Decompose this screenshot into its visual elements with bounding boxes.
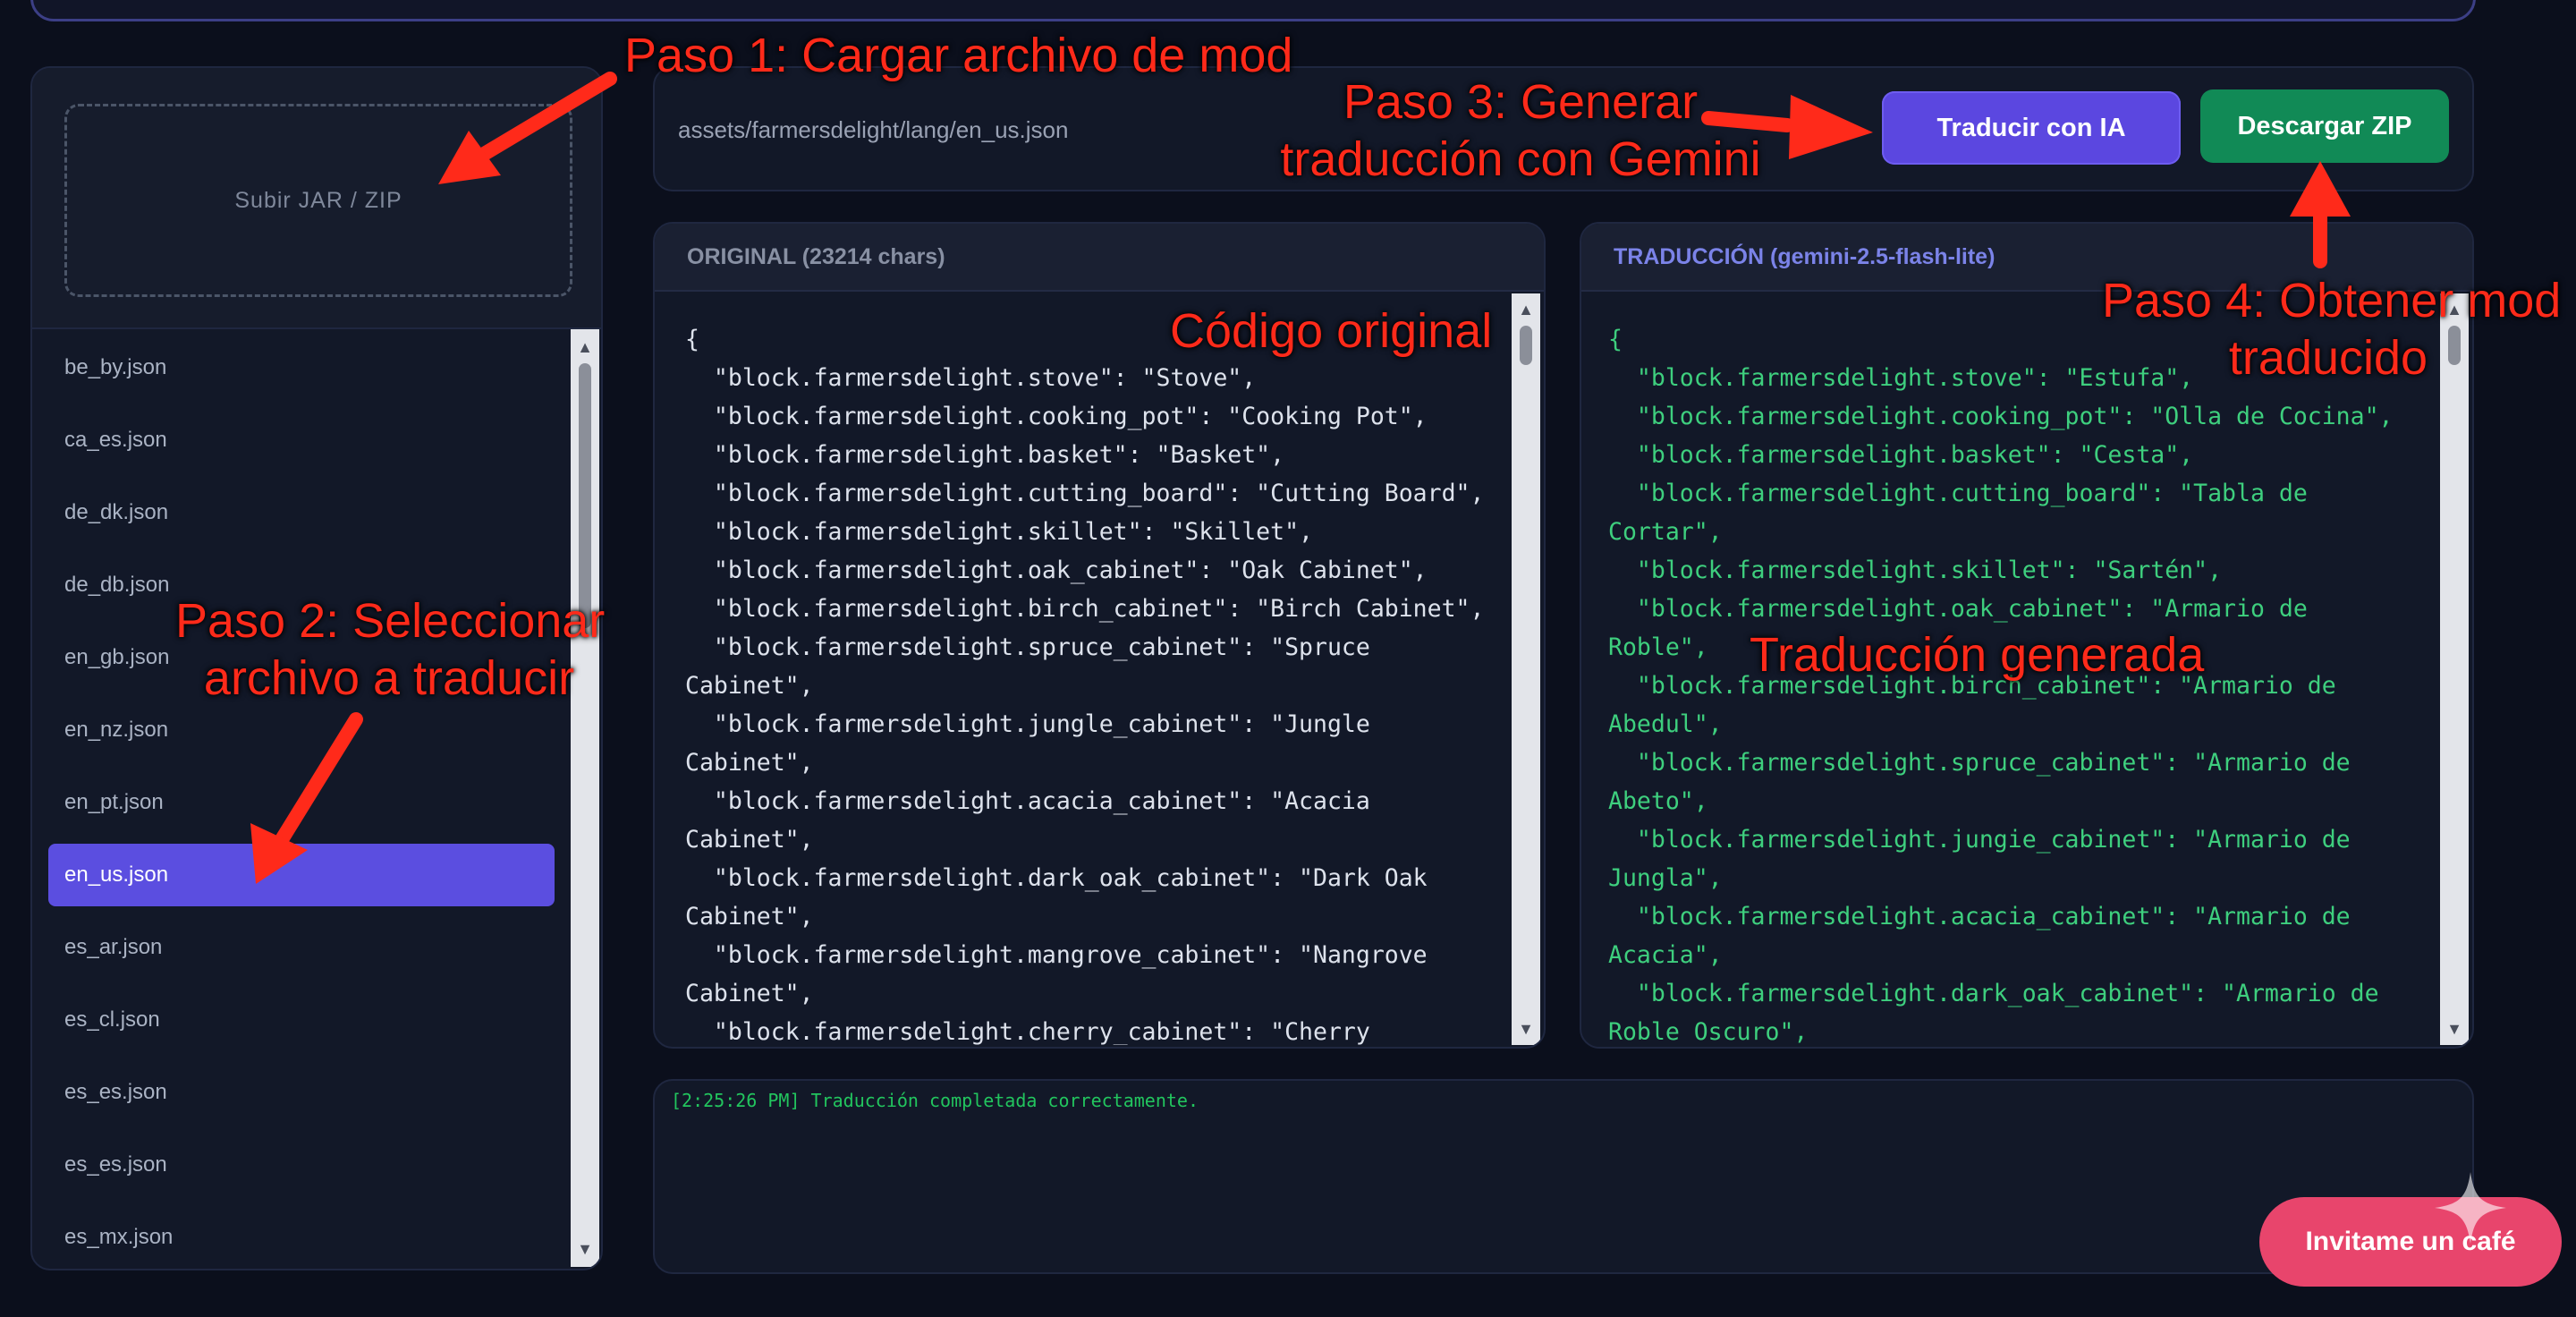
scroll-thumb[interactable] [579, 363, 591, 628]
sparkle-icon [2435, 1172, 2506, 1244]
file-list-item[interactable]: be_by.json [48, 336, 555, 399]
file-name: en_nz.json [64, 718, 169, 742]
annotation-step3: Paso 3: Generar traducción con Gemini [1270, 73, 1771, 188]
annotation-step4: Paso 4: Obtener mod traducido [2102, 272, 2562, 387]
annotation-step2: Paso 2: Seleccionar archivo a traducir [175, 592, 606, 707]
file-name: en_pt.json [64, 790, 164, 814]
annotation-translation: Traducción generada [1750, 628, 2205, 682]
file-name: es_es.json [64, 1080, 167, 1104]
file-list-item[interactable]: es_es.json [48, 1061, 555, 1124]
translate-ai-button[interactable]: Traducir con IA [1882, 91, 2181, 165]
sidebar-scrollbar[interactable]: ▲ ▼ [571, 329, 599, 1267]
file-list-item[interactable]: es_ar.json [48, 916, 555, 979]
translation-scrollbar[interactable]: ▲ ▼ [2440, 293, 2469, 1045]
file-name: es_mx.json [64, 1225, 174, 1249]
file-list-item[interactable]: es_cl.json [48, 989, 555, 1051]
scroll-up-icon[interactable]: ▲ [571, 335, 599, 360]
download-zip-button[interactable]: Descargar ZIP [2200, 89, 2449, 163]
file-list-item[interactable]: es_es.json [48, 1134, 555, 1196]
file-name: en_us.json [64, 862, 169, 887]
scroll-thumb[interactable] [1520, 326, 1532, 365]
file-list-item[interactable]: en_pt.json [48, 771, 555, 834]
file-name: en_gb.json [64, 645, 170, 669]
original-header: ORIGINAL (23214 chars) [655, 224, 1544, 292]
file-list-item[interactable]: en_us.json [48, 844, 555, 906]
top-bar [30, 0, 2476, 21]
annotation-step4-line1: Paso 4: Obtener mod [2102, 274, 2562, 327]
file-list-item[interactable]: es_mx.json [48, 1206, 555, 1269]
log-panel: [2:25:26 PM] Traducción completada corre… [653, 1079, 2474, 1274]
annotation-step3-line2: traducción con Gemini [1280, 132, 1761, 186]
upload-area: Subir JAR / ZIP [32, 68, 601, 329]
file-list-item[interactable]: de_dk.json [48, 481, 555, 544]
upload-label: Subir JAR / ZIP [234, 187, 402, 213]
scroll-up-icon[interactable]: ▲ [1512, 297, 1540, 322]
file-name: de_db.json [64, 573, 170, 597]
annotation-step2-line2: archivo a traducir [203, 651, 575, 705]
annotation-step3-line1: Paso 3: Generar [1343, 75, 1699, 129]
scroll-down-icon[interactable]: ▼ [571, 1236, 599, 1262]
buy-coffee-button[interactable]: Invitame un café [2259, 1197, 2562, 1287]
file-path: assets/farmersdelight/lang/en_us.json [678, 116, 1069, 143]
original-code[interactable]: { "block.farmersdelight.stove": "Stove",… [655, 293, 1510, 1045]
file-name: be_by.json [64, 355, 167, 379]
file-list: be_by.json ca_es.json de_dk.json de_db.json… [32, 329, 569, 1267]
upload-dropzone[interactable]: Subir JAR / ZIP [64, 104, 572, 297]
log-line: [2:25:26 PM] Traducción completada corre… [671, 1090, 1199, 1111]
file-name: es_cl.json [64, 1007, 160, 1032]
file-list-item[interactable]: en_nz.json [48, 699, 555, 761]
file-list-item[interactable]: ca_es.json [48, 409, 555, 472]
annotation-original-code: Código original [1170, 304, 1493, 358]
file-name: es_es.json [64, 1152, 167, 1177]
annotation-step4-line2: traducido [2228, 331, 2428, 385]
file-name: es_ar.json [64, 935, 163, 959]
annotation-step1: Paso 1: Cargar archivo de mod [624, 29, 1293, 82]
file-name: ca_es.json [64, 428, 167, 452]
scroll-down-icon[interactable]: ▼ [1512, 1016, 1540, 1041]
scroll-down-icon[interactable]: ▼ [2440, 1016, 2469, 1041]
file-name: de_dk.json [64, 500, 169, 524]
original-scrollbar[interactable]: ▲ ▼ [1512, 293, 1540, 1045]
annotation-step2-line1: Paso 2: Seleccionar [175, 594, 606, 648]
